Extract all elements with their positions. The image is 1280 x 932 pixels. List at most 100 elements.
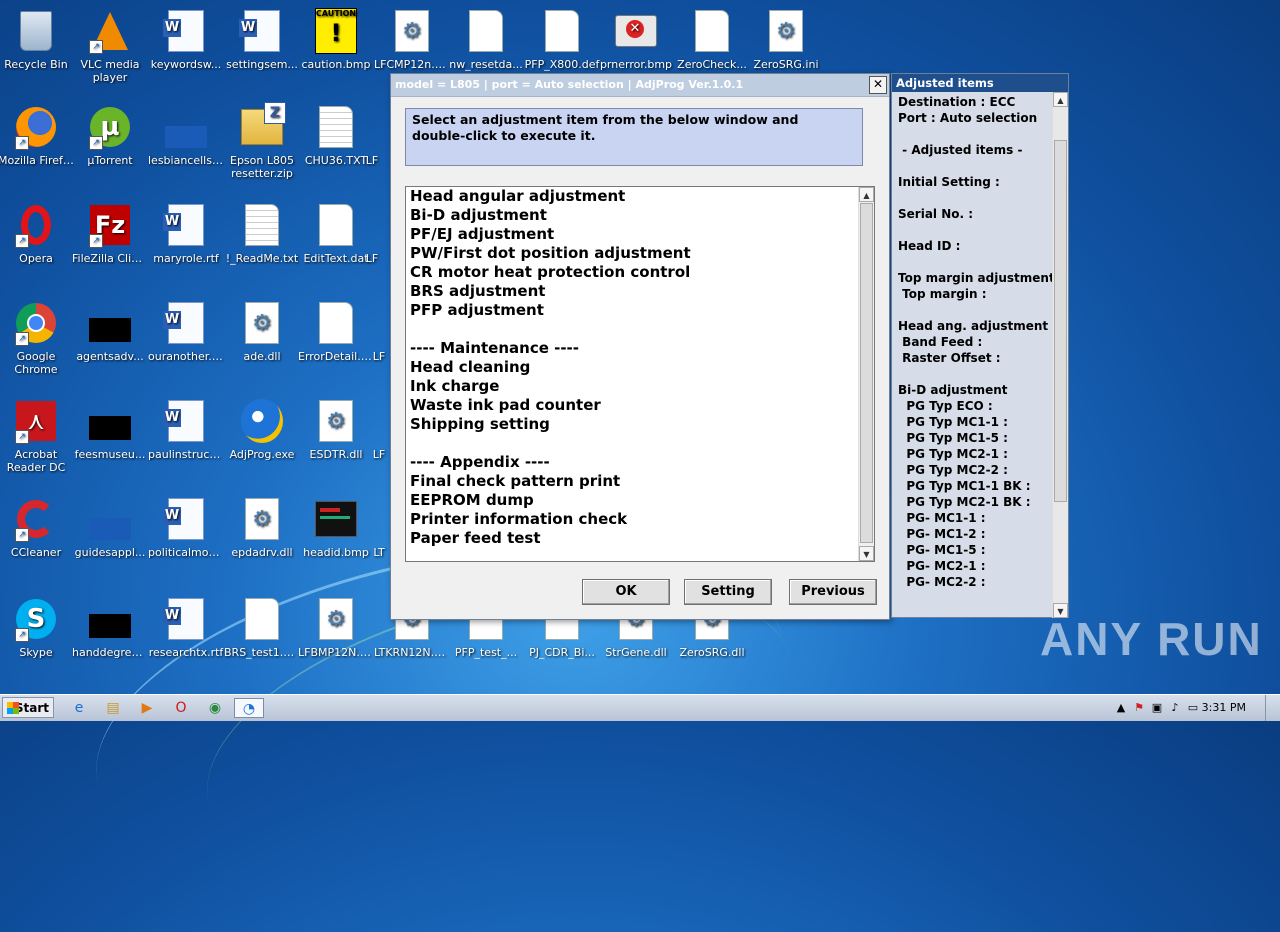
desktop-icon-adjprog[interactable]: AdjProg.exe <box>224 398 300 461</box>
desktop-icon-opera[interactable]: ↗ Opera <box>0 202 74 265</box>
desktop-icon-lfbmp12n[interactable]: ⚙ LFBMP12N.DLL <box>298 596 374 659</box>
desktop-icon-chrome[interactable]: ↗ Google Chrome <box>0 300 74 376</box>
desktop-icon-esdtr[interactable]: ⚙ ESDTR.dll <box>298 398 374 461</box>
adjprog-taskbar-icon[interactable]: ◔ <box>234 698 264 718</box>
desktop-icon-firefox[interactable]: ↗ Mozilla Firefox <box>0 104 74 167</box>
internet-explorer-icon[interactable]: e <box>68 698 90 718</box>
scroll-down-arrow-icon[interactable]: ▼ <box>859 546 874 561</box>
list-item[interactable]: BRS adjustment <box>410 282 691 301</box>
previous-button[interactable]: Previous <box>789 579 877 605</box>
list-item[interactable]: Printer information check <box>410 510 691 529</box>
list-item[interactable]: PF/EJ adjustment <box>410 225 691 244</box>
filezilla-icon: Fz ↗ <box>89 202 131 248</box>
word-doc-icon <box>163 202 207 248</box>
opera-icon[interactable]: O <box>170 698 192 718</box>
desktop-icon-agentsadv[interactable]: agentsadv... <box>72 300 148 363</box>
desktop-icon-prnerror[interactable]: ✕ prnerror.bmp <box>598 8 674 71</box>
desktop-icon-ade-dll[interactable]: ⚙ ade.dll <box>224 300 300 363</box>
desktop-icon-lf-partial[interactable]: LF <box>368 300 390 363</box>
adjusted-item-line: PG Typ MC2-1 BK : <box>898 495 1031 509</box>
list-item[interactable]: Head angular adjustment <box>410 187 691 206</box>
desktop-icon-feesmuseu[interactable]: feesmuseu... <box>72 398 148 461</box>
list-scrollbar[interactable]: ▲ ▼ <box>858 187 874 561</box>
window-title: model = L805 | port = Auto selection | A… <box>395 78 744 91</box>
desktop-icon-ccleaner[interactable]: ↗ CCleaner <box>0 496 74 559</box>
adjusted-item-line <box>898 222 1055 238</box>
list-item[interactable]: Ink charge <box>410 377 691 396</box>
scroll-thumb[interactable] <box>1054 140 1067 502</box>
desktop-icon-utorrent[interactable]: µ ↗ µTorrent <box>72 104 148 167</box>
desktop-icon-handdegree[interactable]: handdegree... <box>72 596 148 659</box>
desktop-icon-acrobat[interactable]: ⋏ ↗ Acrobat Reader DC <box>0 398 74 474</box>
list-item[interactable]: Shipping setting <box>410 415 691 434</box>
list-item[interactable]: PFP adjustment <box>410 301 691 320</box>
explorer-icon[interactable]: ▤ <box>102 698 124 718</box>
list-item[interactable]: Waste ink pad counter <box>410 396 691 415</box>
panel-scrollbar[interactable]: ▲ ▼ <box>1052 92 1068 618</box>
adjusted-item-line: PG- MC2-1 : <box>898 559 986 573</box>
scroll-up-arrow-icon[interactable]: ▲ <box>1053 92 1068 107</box>
list-item[interactable]: PW/First dot position adjustment <box>410 244 691 263</box>
list-item[interactable]: Final check pattern print <box>410 472 691 491</box>
show-desktop-button[interactable] <box>1265 695 1280 721</box>
scroll-up-arrow-icon[interactable]: ▲ <box>859 187 874 202</box>
desktop-icon-filezilla[interactable]: Fz ↗ FileZilla Client <box>72 202 148 265</box>
desktop-icon-errordetail[interactable]: ErrorDetail.dat <box>298 300 374 363</box>
list-item[interactable]: Head cleaning <box>410 358 691 377</box>
desktop-icon-epdadrv[interactable]: ⚙ epdadrv.dll <box>224 496 300 559</box>
desktop-icon-pfp-x800[interactable]: PFP_X800.def <box>524 8 600 71</box>
list-item[interactable]: CR motor heat protection control <box>410 263 691 282</box>
desktop-icon-ouranother[interactable]: ouranother.rtf <box>148 300 224 363</box>
start-button[interactable]: Start <box>2 697 54 718</box>
desktop-icon-guidesappl[interactable]: guidesappl... <box>72 496 148 559</box>
file-icon <box>315 300 357 346</box>
adjustment-list[interactable]: Head angular adjustment Bi-D adjustment PF… <box>405 186 875 562</box>
word-doc-icon <box>163 596 207 642</box>
adjusted-item-line: Initial Setting : <box>898 175 1000 189</box>
desktop-icon-researchtx[interactable]: researchtx.rtf <box>148 596 224 659</box>
desktop-icon-nw-resetda[interactable]: nw_resetda... <box>448 8 524 71</box>
desktop-icon-lf-partial[interactable]: LF <box>354 104 390 167</box>
desktop-icon-politicalmoni[interactable]: politicalmoni... <box>148 496 224 559</box>
desktop-icon-lf-partial[interactable]: LF <box>354 202 390 265</box>
bitmap-icon <box>315 496 357 542</box>
adjusted-items-content: Destination : ECC Port : Auto selection -… <box>898 94 1055 590</box>
desktop-icon-lf-partial[interactable]: LF <box>368 398 390 461</box>
dll-icon <box>368 300 390 346</box>
adjusted-item-line: Top margin : <box>898 287 987 301</box>
desktop-icon-maryrole[interactable]: maryrole.rtf <box>148 202 224 265</box>
desktop-icon-headid[interactable]: headid.bmp <box>298 496 374 559</box>
desktop-icon-settingsem[interactable]: settingsem... <box>224 8 300 71</box>
list-item[interactable]: Paper feed test <box>410 529 691 548</box>
desktop-icon-lesbiancells[interactable]: lesbiancells.... <box>148 104 224 167</box>
dll-icon: ⚙ <box>391 8 433 54</box>
desktop-icon-zerosrg-ini[interactable]: ⚙ ZeroSRG.ini <box>748 8 824 71</box>
desktop-icon-zerocheck[interactable]: ZeroCheck... <box>674 8 750 71</box>
desktop-icon-epson-resetter[interactable]: Z Epson L805 resetter.zip <box>224 102 300 180</box>
desktop-icon-lfcmp12n[interactable]: ⚙ LFCMP12n.DLL <box>374 8 450 71</box>
ok-button[interactable]: OK <box>582 579 670 605</box>
adjusted-item-line: PG Typ MC1-1 : <box>898 415 1008 429</box>
desktop-icon-vlc[interactable]: ↗ VLC media player <box>72 8 148 84</box>
dll-icon: ⚙ <box>241 496 283 542</box>
chrome-icon[interactable]: ◉ <box>204 698 226 718</box>
window-title-bar[interactable]: model = L805 | port = Auto selection | A… <box>391 74 889 97</box>
utorrent-icon: µ ↗ <box>89 104 131 150</box>
desktop-icon-keywordsw[interactable]: keywordsw... <box>148 8 224 71</box>
close-button[interactable]: ✕ <box>869 76 887 94</box>
desktop-icon-lt-partial[interactable]: LT <box>368 496 390 559</box>
scroll-thumb[interactable] <box>860 203 873 543</box>
desktop-icon-readme[interactable]: !_ReadMe.txt <box>224 202 300 265</box>
adjusted-item-line <box>898 190 1055 206</box>
setting-button[interactable]: Setting <box>684 579 772 605</box>
desktop-icon-paulinstructi[interactable]: paulinstructi... <box>148 398 224 461</box>
desktop-icon-recycle-bin[interactable]: Recycle Bin <box>0 8 74 71</box>
list-item[interactable]: EEPROM dump <box>410 491 691 510</box>
desktop-icon-skype[interactable]: S ↗ Skype <box>0 596 74 659</box>
clock[interactable]: 3:31 PM <box>1202 701 1246 714</box>
adjusted-item-line: Head ID : <box>898 239 961 253</box>
desktop-icon-brs-test1[interactable]: BRS_test1.prn <box>224 596 300 659</box>
desktop-icon-caution[interactable]: CAUTION! caution.bmp <box>298 8 374 71</box>
list-item[interactable]: Bi-D adjustment <box>410 206 691 225</box>
media-player-icon[interactable]: ▶ <box>136 698 158 718</box>
